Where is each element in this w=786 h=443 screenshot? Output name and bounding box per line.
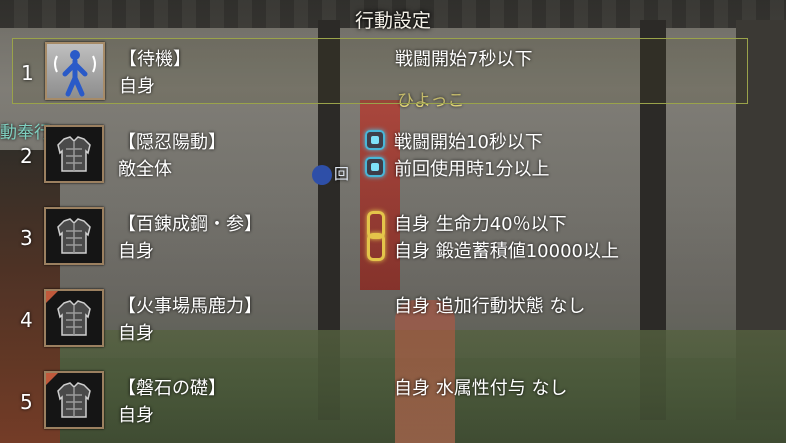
row-number: 3 bbox=[20, 226, 33, 250]
skill-target: 敵全体 bbox=[118, 159, 172, 180]
armor-icon[interactable] bbox=[44, 207, 104, 265]
skill-name: 【隠忍陽動】 bbox=[118, 132, 226, 153]
skill-condition: 自身 水属性付与 なし bbox=[394, 378, 568, 399]
skill-name: 【百錬成鋼・参】 bbox=[118, 214, 262, 235]
row-number: 5 bbox=[20, 390, 33, 414]
skill-name: 【待機】 bbox=[119, 49, 191, 70]
skill-target: 自身 bbox=[119, 76, 155, 97]
row-number: 4 bbox=[20, 308, 33, 332]
or-condition-icon bbox=[365, 157, 385, 177]
row-number: 2 bbox=[20, 144, 33, 168]
chain-link-icon bbox=[365, 211, 385, 261]
action-row[interactable]: 2 【隠忍陽動】 敵全体 戦闘開始10秒以下 前回使用時1分以上 bbox=[12, 122, 748, 188]
skill-condition: 前回使用時1分以上 bbox=[394, 159, 550, 180]
action-row[interactable]: 5 【磐石の礎】 自身 自身 水属性付与 なし bbox=[12, 368, 748, 434]
waiting-figure-icon[interactable] bbox=[45, 42, 105, 100]
action-row[interactable]: 1 【待機】 自身 戦闘開始7秒以下 bbox=[12, 38, 748, 104]
skill-target: 自身 bbox=[118, 323, 154, 344]
skill-condition: 自身 追加行動状態 なし bbox=[394, 296, 586, 317]
armor-icon[interactable] bbox=[44, 125, 104, 183]
skill-condition: 戦闘開始10秒以下 bbox=[394, 132, 543, 153]
skill-target: 自身 bbox=[118, 405, 154, 426]
skill-name: 【火事場馬鹿力】 bbox=[118, 296, 262, 317]
skill-condition: 自身 鍛造蓄積値10000以上 bbox=[394, 241, 619, 262]
row-number: 1 bbox=[21, 61, 34, 85]
action-row[interactable]: 3 【百錬成鋼・参】 自身 自身 生命力40％以下 自身 鍛造蓄積値10000以… bbox=[12, 204, 748, 270]
skill-target: 自身 bbox=[118, 241, 154, 262]
armor-icon[interactable] bbox=[44, 371, 104, 429]
action-row[interactable]: 4 【火事場馬鹿力】 自身 自身 追加行動状態 なし bbox=[12, 286, 748, 352]
armor-icon[interactable] bbox=[44, 289, 104, 347]
skill-condition: 戦闘開始7秒以下 bbox=[395, 49, 533, 70]
action-list: 1 【待機】 自身 戦闘開始7秒以下 2 【隠忍陽動】 敵全体 戦闘開始10秒以… bbox=[0, 0, 786, 443]
skill-name: 【磐石の礎】 bbox=[118, 378, 226, 399]
skill-condition: 自身 生命力40％以下 bbox=[394, 214, 567, 235]
or-condition-icon bbox=[365, 130, 385, 150]
